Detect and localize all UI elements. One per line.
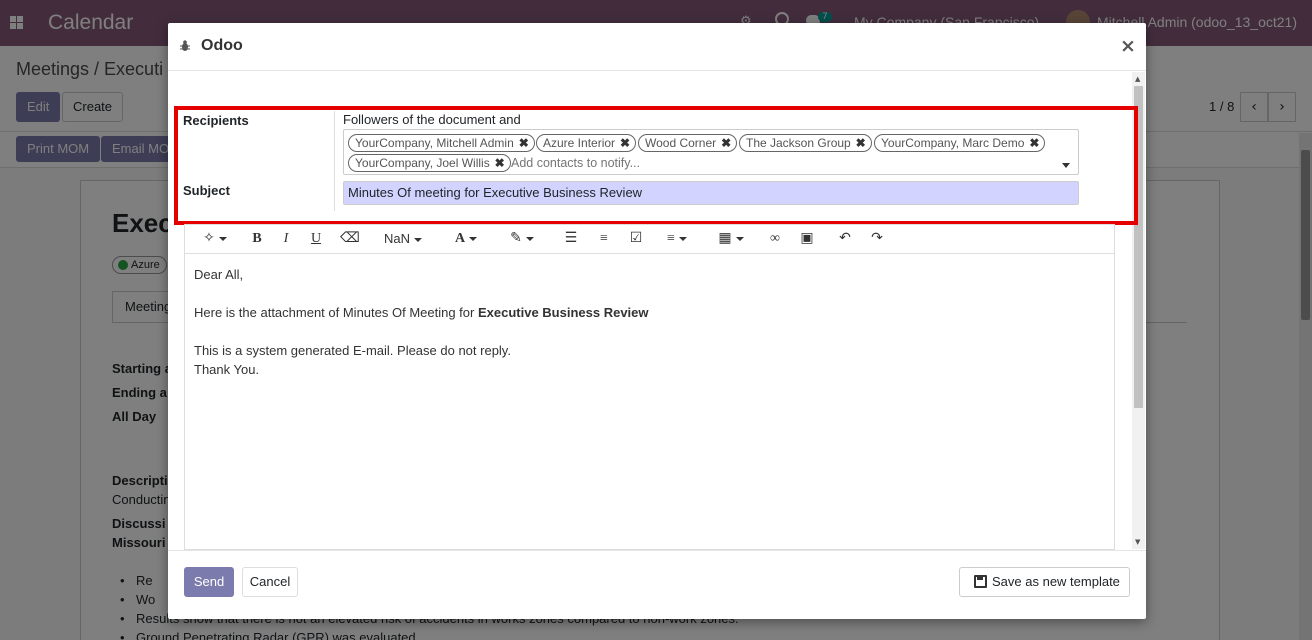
bold-icon[interactable]: B (248, 228, 266, 250)
email-body-editor[interactable] (184, 254, 1115, 550)
font-color-icon[interactable]: A (450, 228, 482, 250)
brush-icon[interactable]: ✎ (506, 228, 538, 250)
table-icon[interactable]: ▦ (714, 228, 748, 250)
editor-toolbar (184, 224, 1115, 254)
font-size-dropdown[interactable]: NaN (380, 228, 426, 250)
body-system-note: This is a system generated E-mail. Pleas… (194, 343, 511, 358)
close-icon[interactable]: × (1120, 35, 1136, 57)
compose-email-dialog: Odoo × ▲ ▼ Recipients Followers of the d… (168, 23, 1146, 619)
font-size-value: NaN (383, 231, 410, 246)
cancel-button[interactable]: Cancel (242, 567, 298, 597)
bug-icon (180, 40, 190, 51)
paragraph-align-icon[interactable]: ≡ (660, 228, 694, 250)
checklist-icon[interactable]: ☑ (628, 228, 644, 250)
dialog-title: Odoo (201, 37, 243, 54)
scroll-up-icon[interactable]: ▲ (1135, 75, 1140, 83)
ordered-list-icon[interactable]: ≡ (595, 228, 613, 250)
body-meeting-name: Executive Business Review (477, 305, 649, 320)
save-icon (974, 575, 987, 588)
scroll-down-icon[interactable]: ▼ (1135, 538, 1140, 546)
redo-icon[interactable]: ↷ (868, 228, 886, 250)
unordered-list-icon[interactable]: ☰ (562, 228, 580, 250)
style-magic-wand-icon[interactable]: ✧ (198, 228, 232, 250)
dialog-header: Odoo × (168, 23, 1146, 71)
body-attachment-line: Here is the attachment of Minutes Of Mee… (194, 305, 649, 320)
eraser-icon[interactable]: ⌫ (340, 228, 360, 250)
undo-icon[interactable]: ↶ (836, 228, 854, 250)
link-icon[interactable]: ∞ (766, 228, 784, 250)
body-attachment-prefix: Here is the attachment of Minutes Of Mee… (194, 305, 478, 320)
save-as-template-button[interactable]: Save as new template (959, 567, 1130, 597)
underline-icon[interactable]: U (309, 228, 323, 250)
body-thanks: Thank You. (194, 362, 260, 377)
image-icon[interactable]: ▣ (798, 228, 816, 250)
save-as-template-label: Save as new template (992, 574, 1120, 589)
highlight-box (174, 106, 1138, 225)
send-button[interactable]: Send (184, 567, 234, 597)
body-greeting: Dear All, (194, 267, 244, 282)
italic-icon[interactable]: I (279, 228, 293, 250)
